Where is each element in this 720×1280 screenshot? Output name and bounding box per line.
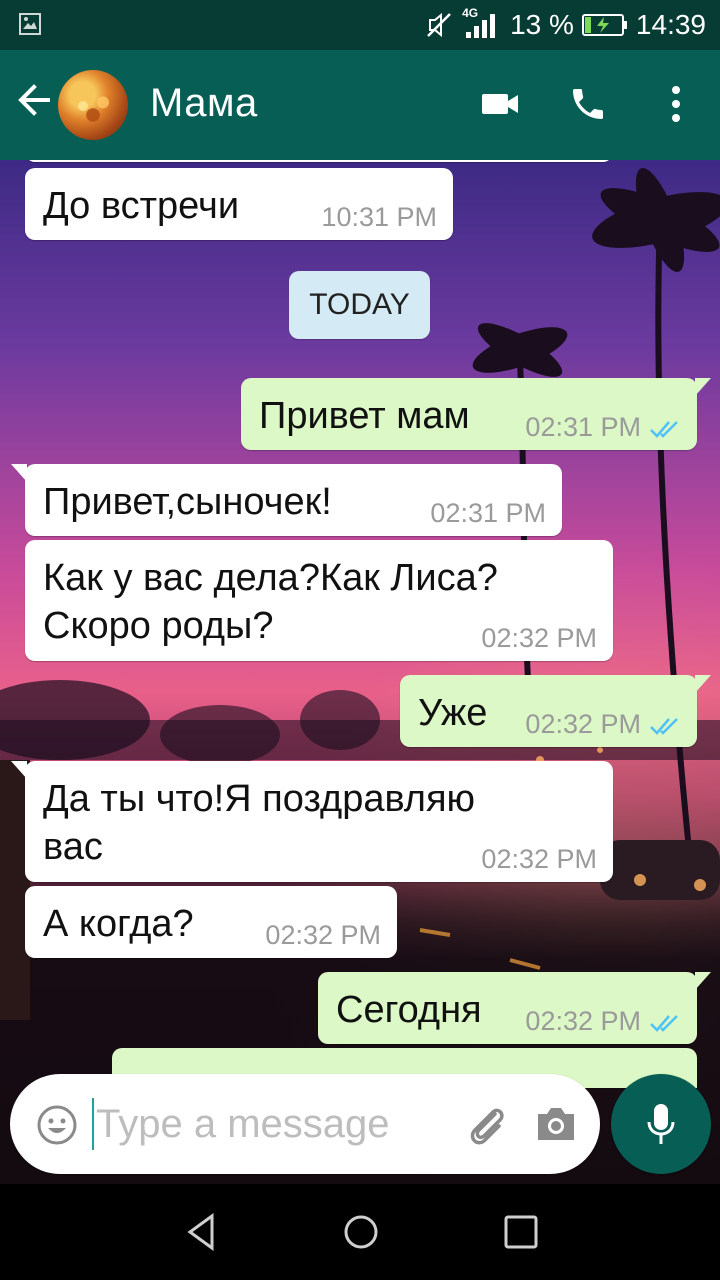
signal-icon: 4G xyxy=(462,6,502,40)
message-text: Привет,сыночек! xyxy=(43,481,332,523)
message-composer xyxy=(10,1074,600,1174)
bubble-tail xyxy=(11,464,27,482)
message-text: А когда? xyxy=(43,903,194,945)
message-bubble-outgoing[interactable]: Привет мам 02:31 PM xyxy=(241,378,711,450)
emoji-icon[interactable] xyxy=(36,1104,78,1146)
message-bubble-incoming[interactable]: Привет,сыночек! 02:31 PM xyxy=(11,464,562,536)
message-bubble-incoming[interactable]: Да ты что!Я поздравляю вас 02:32 PM xyxy=(11,761,613,882)
message-bubble-incoming[interactable]: А когда? 02:32 PM xyxy=(25,886,397,958)
message-bubble-incoming[interactable]: Как у вас дела?Как Лиса? Скоро роды? 02:… xyxy=(25,540,613,661)
mute-icon xyxy=(427,12,451,38)
message-text: До встречи xyxy=(43,185,240,227)
clock: 14:39 xyxy=(635,9,706,40)
message-time: 10:31 PM xyxy=(321,202,437,232)
bubble-tail xyxy=(695,972,711,990)
avatar[interactable] xyxy=(58,70,128,140)
message-time: 02:32 PM xyxy=(481,844,597,874)
message-text: Привет мам xyxy=(259,395,470,437)
message-text-line: Как у вас дела?Как Лиса? xyxy=(43,557,498,599)
voice-record-button[interactable] xyxy=(611,1074,711,1174)
text-cursor xyxy=(92,1098,94,1150)
message-bubble-incoming[interactable]: До встречи 10:31 PM xyxy=(25,168,453,240)
date-divider: TODAY xyxy=(289,271,430,339)
phone-icon xyxy=(573,89,603,119)
video-call-button[interactable] xyxy=(476,80,524,128)
message-bubble-partial xyxy=(25,160,613,162)
message-time: 02:31 PM xyxy=(430,498,546,528)
bubble-tail xyxy=(695,378,711,396)
message-time: 02:32 PM xyxy=(481,623,597,653)
mic-icon xyxy=(647,1104,675,1144)
bubble-tail xyxy=(695,675,711,693)
screenshot-icon xyxy=(19,13,41,35)
video-call-icon xyxy=(482,94,518,114)
message-text: Уже xyxy=(418,692,488,734)
message-text: Сегодня xyxy=(336,989,482,1031)
voice-call-button[interactable] xyxy=(564,80,612,128)
message-bubble-outgoing[interactable]: Уже 02:32 PM xyxy=(400,675,711,747)
recents-nav-icon[interactable] xyxy=(501,1212,541,1252)
battery-icon xyxy=(581,14,627,36)
read-receipt-icon xyxy=(650,718,678,735)
chat-area[interactable]: До встречи 10:31 PM TODAY Привет мам 02:… xyxy=(0,160,720,1184)
chat-header: Мама xyxy=(0,50,720,160)
system-nav-bar xyxy=(0,1184,720,1280)
battery-percent: 13 % xyxy=(510,9,574,40)
message-time: 02:32 PM xyxy=(525,1006,641,1036)
more-options-button[interactable] xyxy=(652,80,700,128)
bubble-tail xyxy=(11,761,27,779)
back-nav-icon[interactable] xyxy=(182,1212,222,1252)
arrow-left-icon[interactable] xyxy=(14,80,54,120)
read-receipt-icon xyxy=(650,421,678,438)
status-bar: 4G 13 % 14:39 xyxy=(0,0,720,50)
contact-name[interactable]: Мама xyxy=(150,81,258,126)
message-bubble-outgoing[interactable]: Сегодня 02:32 PM xyxy=(318,972,711,1044)
message-time: 02:32 PM xyxy=(525,709,641,739)
message-time: 02:32 PM xyxy=(265,920,381,950)
read-receipt-icon xyxy=(650,1015,678,1032)
message-text-line: Да ты что!Я поздравляю xyxy=(43,778,476,820)
camera-icon[interactable] xyxy=(534,1104,578,1144)
message-time: 02:31 PM xyxy=(525,412,641,442)
home-nav-icon[interactable] xyxy=(341,1212,381,1252)
message-input[interactable] xyxy=(96,1094,456,1154)
more-vert-icon xyxy=(672,86,680,122)
paperclip-icon[interactable] xyxy=(465,1102,509,1148)
